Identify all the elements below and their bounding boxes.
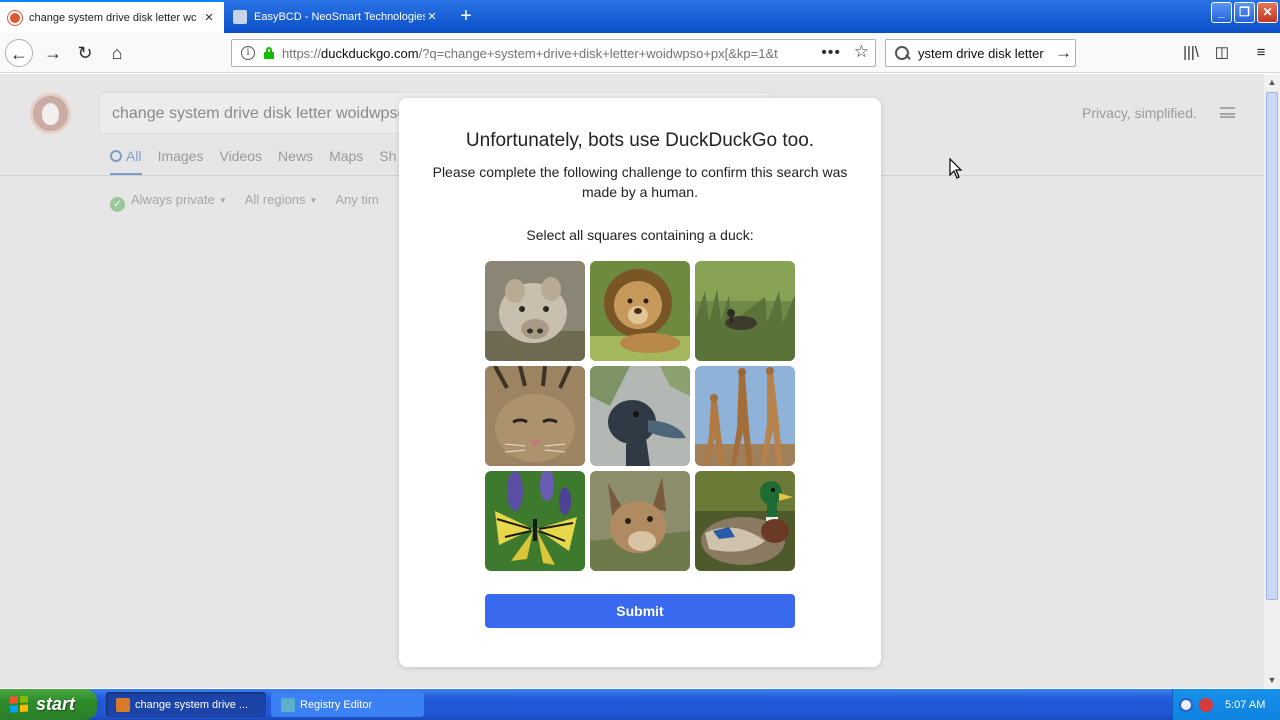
result-tabs: All Images Videos News Maps Sh bbox=[110, 148, 412, 175]
tray-security-shield-icon[interactable] bbox=[1199, 697, 1213, 712]
url-prefix: https:// bbox=[282, 45, 322, 61]
captcha-tile-butterfly[interactable] bbox=[485, 471, 585, 571]
reload-icon[interactable]: ↻ bbox=[71, 39, 99, 67]
taskbar-item-registry-editor[interactable]: Registry Editor bbox=[271, 692, 424, 717]
tab-all[interactable]: All bbox=[110, 148, 142, 175]
tab-title: EasyBCD - NeoSmart Technologies bbox=[254, 10, 425, 23]
lock-icon bbox=[264, 47, 274, 59]
close-window-icon[interactable]: ✕ bbox=[1257, 2, 1278, 23]
scroll-down-arrow-icon[interactable]: ▼ bbox=[1264, 672, 1280, 688]
tab-label: All bbox=[126, 148, 142, 164]
search-go-arrow-icon[interactable]: → bbox=[1055, 43, 1072, 63]
registry-editor-icon bbox=[281, 697, 295, 712]
close-tab-icon[interactable]: × bbox=[425, 9, 439, 24]
new-tab-plus-icon[interactable]: + bbox=[455, 5, 477, 27]
window-controls: _ ❐ ✕ bbox=[1211, 2, 1278, 23]
checkmark-icon: ✓ bbox=[110, 197, 125, 212]
tab-duckduckgo[interactable]: change system drive disk letter wc × bbox=[0, 0, 224, 33]
search-icon bbox=[894, 45, 910, 61]
mouse-pointer-icon bbox=[949, 158, 963, 179]
taskbar-item-label: Registry Editor bbox=[300, 698, 373, 711]
start-button[interactable]: start bbox=[0, 689, 97, 720]
page-search-query: change system drive disk letter woidwpsc bbox=[112, 105, 406, 122]
captcha-tile-lion[interactable] bbox=[590, 261, 690, 361]
search-box-text[interactable]: ystem drive disk letter bbox=[918, 46, 1053, 61]
restore-window-icon[interactable]: ❐ bbox=[1234, 2, 1255, 23]
hamburger-menu-icon[interactable]: ≡ bbox=[1250, 42, 1272, 64]
easybcd-favicon-icon bbox=[233, 9, 247, 24]
scroll-up-arrow-icon[interactable]: ▲ bbox=[1264, 74, 1280, 90]
tab-maps[interactable]: Maps bbox=[329, 148, 363, 164]
tray-network-icon[interactable] bbox=[1179, 697, 1193, 712]
tab-easybcd[interactable]: EasyBCD - NeoSmart Technologies × bbox=[225, 0, 447, 33]
url-text[interactable]: https://duckduckgo.com/?q=change+system+… bbox=[282, 46, 812, 61]
caret-down-icon: ▼ bbox=[309, 196, 318, 205]
bookmark-star-icon[interactable]: ☆ bbox=[854, 42, 869, 62]
navigation-toolbar: ← → ↻ ⌂ i https://duckduckgo.com/?q=chan… bbox=[0, 33, 1280, 73]
taskbar-item-browser[interactable]: change system drive ... bbox=[106, 692, 266, 717]
captcha-subtitle: Please complete the following challenge … bbox=[432, 164, 848, 200]
browser-app-icon bbox=[116, 697, 130, 712]
captcha-tile-caracal[interactable] bbox=[590, 471, 690, 571]
page-menu-icon[interactable] bbox=[1220, 107, 1235, 118]
tab-title: change system drive disk letter wc bbox=[29, 11, 197, 24]
privacy-tagline[interactable]: Privacy, simplified. bbox=[1082, 105, 1197, 121]
browser-search-box[interactable]: ystem drive disk letter → bbox=[885, 39, 1076, 67]
caret-down-icon: ▼ bbox=[218, 196, 227, 205]
minimize-window-icon[interactable]: _ bbox=[1211, 2, 1232, 23]
windows-flag-icon bbox=[10, 694, 30, 714]
search-filters: ✓ Always private ▼ All regions ▼ Any tim bbox=[110, 192, 397, 212]
captcha-tile-pig[interactable] bbox=[485, 261, 585, 361]
captcha-title: Unfortunately, bots use DuckDuckGo too. bbox=[465, 130, 815, 151]
url-domain: duckduckgo.com bbox=[321, 45, 419, 61]
filter-label: Always private bbox=[131, 192, 215, 207]
url-rest: /?q=change+system+drive+disk+letter+woid… bbox=[418, 45, 778, 61]
vertical-scrollbar[interactable]: ▲ ▼ bbox=[1264, 74, 1280, 688]
forward-arrow-icon[interactable]: → bbox=[39, 39, 67, 67]
tab-news[interactable]: News bbox=[278, 148, 313, 164]
duckduckgo-favicon-icon bbox=[8, 10, 22, 25]
captcha-tile-cat[interactable] bbox=[485, 366, 585, 466]
scrollbar-thumb[interactable] bbox=[1266, 92, 1278, 600]
captcha-tile-duck-3[interactable] bbox=[695, 471, 795, 571]
search-icon bbox=[110, 150, 122, 162]
captcha-prompt: Select all squares containing a duck: bbox=[526, 227, 754, 243]
browser-tab-bar: change system drive disk letter wc × Eas… bbox=[0, 0, 1280, 33]
filter-time[interactable]: Any tim bbox=[335, 192, 378, 212]
address-bar[interactable]: i https://duckduckgo.com/?q=change+syste… bbox=[231, 39, 876, 67]
sidebar-icon[interactable]: ◫ bbox=[1211, 42, 1233, 64]
clock[interactable]: 5:07 AM bbox=[1225, 699, 1265, 711]
filter-safe-search[interactable]: ✓ Always private ▼ bbox=[110, 192, 227, 212]
taskbar-item-label: change system drive ... bbox=[135, 698, 249, 711]
system-tray: 5:07 AM bbox=[1172, 689, 1280, 720]
site-info-icon[interactable]: i bbox=[241, 46, 255, 60]
back-arrow-icon[interactable]: ← bbox=[5, 39, 33, 67]
captcha-tile-giraffes[interactable] bbox=[695, 366, 795, 466]
captcha-modal: Unfortunately, bots use DuckDuckGo too. … bbox=[399, 98, 881, 667]
tab-shopping[interactable]: Sh bbox=[379, 148, 396, 164]
filter-label: All regions bbox=[244, 192, 306, 207]
library-icon[interactable]: |||\ bbox=[1180, 42, 1202, 64]
tab-videos[interactable]: Videos bbox=[219, 148, 262, 164]
captcha-tile-duck-2[interactable] bbox=[590, 366, 690, 466]
filter-label: Any tim bbox=[335, 192, 379, 207]
filter-regions[interactable]: All regions ▼ bbox=[245, 192, 318, 212]
start-label: start bbox=[36, 694, 76, 714]
home-icon[interactable]: ⌂ bbox=[103, 39, 131, 67]
captcha-tile-duck-1[interactable] bbox=[695, 261, 795, 361]
captcha-image-grid bbox=[485, 261, 795, 571]
close-tab-icon[interactable]: × bbox=[202, 10, 216, 25]
submit-button[interactable]: Submit bbox=[485, 594, 795, 628]
tab-images[interactable]: Images bbox=[158, 148, 204, 164]
duckduckgo-logo-icon[interactable] bbox=[30, 93, 71, 134]
page-actions-menu-icon[interactable]: ••• bbox=[821, 44, 841, 62]
windows-taskbar: start change system drive ... Registry E… bbox=[0, 689, 1280, 720]
